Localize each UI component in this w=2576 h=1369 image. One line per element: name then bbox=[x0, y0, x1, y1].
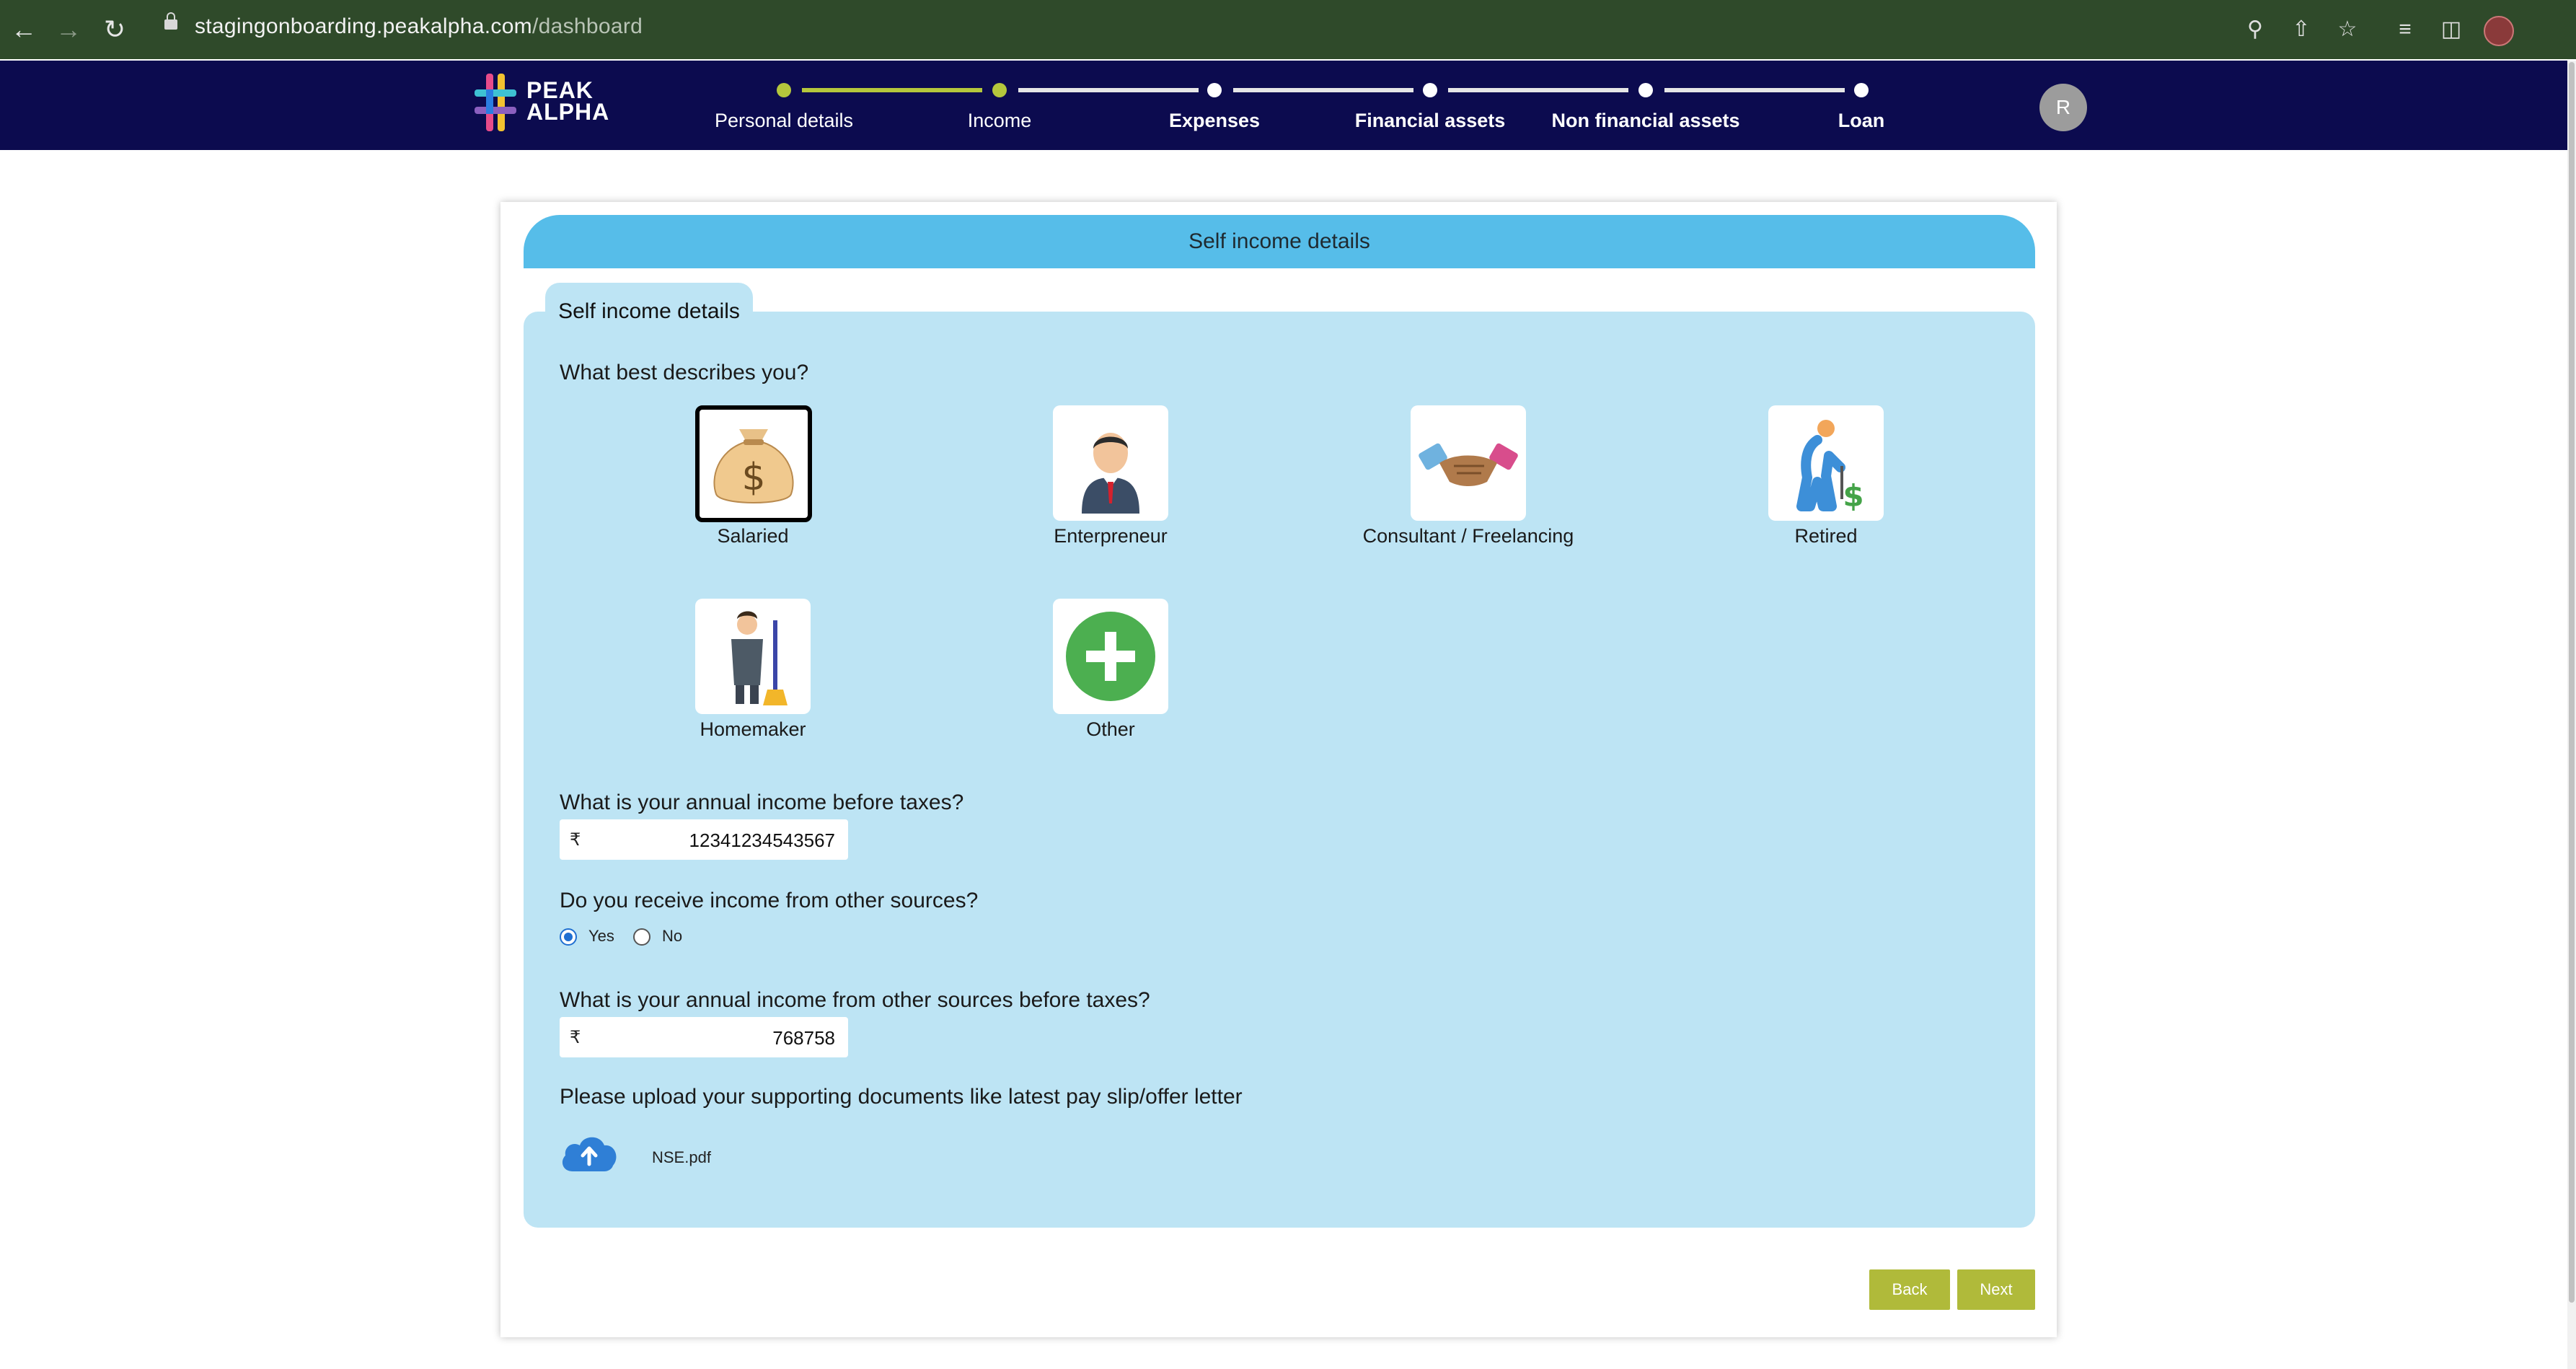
logo-line1: PEAK bbox=[526, 77, 594, 103]
option-label-consultant-freelancing: Consultant / Freelancing bbox=[1362, 525, 1574, 547]
browser-toolbar: ← → ↻ stagingonboarding.peakalpha.com/da… bbox=[0, 0, 2576, 59]
lock-icon bbox=[164, 12, 177, 30]
elderly-person-icon: $ bbox=[1796, 420, 1864, 514]
radio-no-label[interactable]: No bbox=[662, 927, 682, 946]
homemaker-broom-icon bbox=[731, 611, 788, 705]
option-retired[interactable]: $ bbox=[1768, 405, 1884, 521]
option-label-homemaker: Homemaker bbox=[700, 718, 806, 740]
annual-income-field[interactable]: ₹ bbox=[560, 819, 848, 860]
step-label-personal-details[interactable]: Personal details bbox=[715, 110, 853, 132]
page-scrollbar[interactable] bbox=[2567, 61, 2576, 1369]
peak-alpha-logo-icon bbox=[475, 74, 516, 131]
question-other-sources: Do you receive income from other sources… bbox=[560, 889, 979, 912]
logo-text: PEAK ALPHA bbox=[526, 79, 609, 123]
step-connector bbox=[1233, 88, 1413, 92]
option-label-other: Other bbox=[1086, 718, 1135, 740]
rupee-icon: ₹ bbox=[570, 1028, 581, 1047]
card-header-title: Self income details bbox=[524, 215, 2035, 268]
step-label-financial-assets[interactable]: Financial assets bbox=[1355, 110, 1506, 132]
address-bar[interactable]: stagingonboarding.peakalpha.com/dashboar… bbox=[195, 14, 643, 39]
step-dot-income[interactable] bbox=[992, 83, 1007, 97]
step-dot-financial-assets[interactable] bbox=[1423, 83, 1437, 97]
url-host: stagingonboarding.peakalpha.com bbox=[195, 14, 532, 38]
cloud-upload-icon[interactable] bbox=[560, 1132, 619, 1173]
back-button[interactable]: Back bbox=[1869, 1269, 1950, 1310]
step-label-non-financial-assets[interactable]: Non financial assets bbox=[1551, 110, 1739, 132]
businessman-icon bbox=[1082, 433, 1139, 514]
step-label-expenses[interactable]: Expenses bbox=[1169, 110, 1260, 132]
scrollbar-thumb[interactable] bbox=[2569, 62, 2575, 1303]
browser-profile-avatar[interactable] bbox=[2484, 16, 2514, 46]
option-other[interactable] bbox=[1053, 599, 1168, 714]
step-connector bbox=[1018, 88, 1199, 92]
url-path: /dashboard bbox=[531, 14, 643, 38]
step-dot-non-financial-assets[interactable] bbox=[1638, 83, 1653, 97]
reading-list-icon[interactable]: ≡ bbox=[2387, 12, 2423, 48]
app-header bbox=[0, 61, 2567, 150]
radio-no[interactable] bbox=[633, 928, 650, 946]
handshake-icon bbox=[1419, 443, 1518, 486]
tab-self-income-details[interactable]: Self income details bbox=[545, 283, 753, 335]
other-income-field[interactable]: ₹ bbox=[560, 1017, 848, 1057]
back-arrow-icon[interactable]: ← bbox=[6, 12, 42, 48]
question-other-income: What is your annual income from other so… bbox=[560, 988, 1150, 1012]
step-label-loan[interactable]: Loan bbox=[1838, 110, 1885, 132]
radio-yes[interactable] bbox=[560, 928, 577, 946]
option-salaried[interactable]: $ bbox=[695, 405, 812, 522]
uploaded-file-name[interactable]: NSE.pdf bbox=[652, 1148, 711, 1167]
forward-arrow-icon[interactable]: → bbox=[50, 12, 87, 48]
rupee-icon: ₹ bbox=[570, 830, 581, 850]
zoom-icon[interactable]: ⚲ bbox=[2237, 12, 2273, 48]
step-dot-loan[interactable] bbox=[1854, 83, 1869, 97]
step-dot-expenses[interactable] bbox=[1207, 83, 1222, 97]
option-enterpreneur[interactable] bbox=[1053, 405, 1168, 521]
annual-income-input[interactable] bbox=[588, 824, 837, 857]
svg-text:$: $ bbox=[1843, 478, 1863, 514]
question-describe: What best describes you? bbox=[560, 361, 809, 384]
radio-yes-label[interactable]: Yes bbox=[588, 927, 614, 946]
option-homemaker[interactable] bbox=[695, 599, 811, 714]
user-avatar[interactable]: R bbox=[2039, 84, 2087, 131]
option-consultant-freelancing[interactable] bbox=[1411, 405, 1526, 521]
reload-icon[interactable]: ↻ bbox=[97, 12, 133, 48]
step-connector bbox=[1664, 88, 1845, 92]
option-label-retired: Retired bbox=[1794, 525, 1858, 547]
step-dot-personal-details[interactable] bbox=[777, 83, 791, 97]
step-connector bbox=[802, 88, 982, 92]
bookmark-star-icon[interactable]: ☆ bbox=[2329, 12, 2365, 48]
step-label-income[interactable]: Income bbox=[968, 110, 1032, 132]
next-button[interactable]: Next bbox=[1957, 1269, 2035, 1310]
option-label-salaried: Salaried bbox=[717, 525, 789, 547]
share-icon[interactable]: ⇧ bbox=[2283, 12, 2319, 48]
step-connector bbox=[1448, 88, 1628, 92]
question-annual-income: What is your annual income before taxes? bbox=[560, 791, 964, 814]
other-income-input[interactable] bbox=[588, 1021, 837, 1055]
plus-icon bbox=[1066, 612, 1155, 701]
money-bag-icon: $ bbox=[713, 429, 794, 503]
side-panel-icon[interactable]: ◫ bbox=[2433, 12, 2469, 48]
logo-line2: ALPHA bbox=[526, 99, 610, 125]
svg-text:$: $ bbox=[741, 456, 765, 499]
question-upload: Please upload your supporting documents … bbox=[560, 1085, 1243, 1109]
option-label-enterpreneur: Enterpreneur bbox=[1054, 525, 1168, 547]
